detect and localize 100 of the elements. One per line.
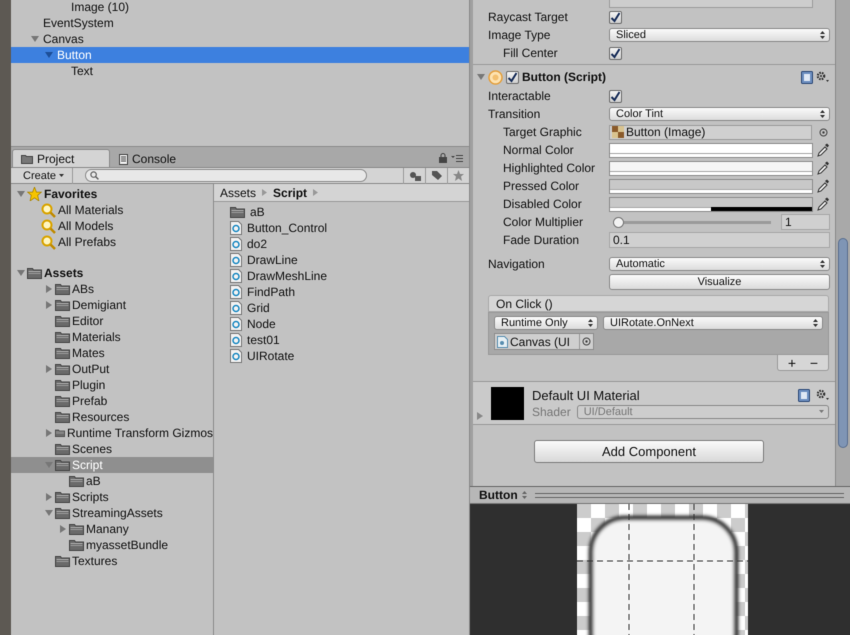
folder-item[interactable]: OutPut xyxy=(11,361,213,377)
folder-item[interactable]: ABs xyxy=(11,281,213,297)
help-book-icon[interactable] xyxy=(798,388,810,402)
visualize-button[interactable]: Visualize xyxy=(609,274,830,290)
panel-tab[interactable]: Project xyxy=(12,149,110,167)
expand-arrow-icon[interactable] xyxy=(17,190,25,198)
folder-icon xyxy=(55,347,70,359)
object-field[interactable] xyxy=(609,0,813,8)
number-field[interactable]: 0.1 xyxy=(609,232,830,248)
hierarchy-item[interactable]: Image (10) xyxy=(69,0,130,14)
favorite-item[interactable]: All Prefabs xyxy=(11,234,213,250)
folder-item[interactable]: Manany xyxy=(11,521,213,537)
hierarchy-item[interactable]: EventSystem xyxy=(11,15,469,31)
filter-by-type-icon[interactable] xyxy=(408,170,420,180)
folder-item[interactable]: StreamingAssets xyxy=(11,505,213,521)
folder-item[interactable]: Demigiant xyxy=(11,297,213,313)
folder-item[interactable]: Scripts xyxy=(11,489,213,505)
dropdown[interactable]: Sliced xyxy=(609,28,830,42)
drag-handle[interactable] xyxy=(534,492,844,498)
object-field[interactable]: Button (Image) xyxy=(609,124,812,140)
search-field[interactable] xyxy=(85,169,368,182)
tree-section-title[interactable]: Favorites xyxy=(42,187,98,201)
color-field[interactable] xyxy=(609,142,813,158)
settings-icon[interactable] xyxy=(816,389,829,401)
expand-arrow-icon[interactable] xyxy=(45,429,53,437)
file-name[interactable]: Grid xyxy=(245,301,270,315)
add-button[interactable]: + xyxy=(786,356,798,370)
dropdown[interactable]: Runtime Only xyxy=(494,316,598,330)
preview-title[interactable]: Button xyxy=(479,488,518,502)
breadcrumb-item[interactable]: Assets xyxy=(220,186,256,200)
expand-arrow-icon[interactable] xyxy=(31,35,39,43)
lock-icon[interactable] xyxy=(439,153,447,163)
folder-item[interactable]: Textures xyxy=(11,553,213,569)
add-component-button[interactable]: Add Component xyxy=(534,440,764,463)
expand-arrow-icon[interactable] xyxy=(45,285,53,293)
menu-icon[interactable] xyxy=(451,153,463,162)
favorite-item[interactable]: All Models xyxy=(11,218,213,234)
folder-item[interactable]: Mates xyxy=(11,345,213,361)
folder-item[interactable]: Editor xyxy=(11,313,213,329)
file-name[interactable]: test01 xyxy=(245,333,280,347)
hierarchy-item[interactable]: Canvas xyxy=(11,31,469,47)
expand-arrow-icon[interactable] xyxy=(59,525,67,533)
folder-item[interactable]: Runtime Transform Gizmos xyxy=(11,425,213,441)
expand-arrow-icon[interactable] xyxy=(17,269,25,277)
file-name[interactable]: UIRotate xyxy=(245,349,294,363)
expand-arrow-icon[interactable] xyxy=(45,365,53,373)
expand-arrow-icon[interactable] xyxy=(477,412,483,420)
object-picker-icon[interactable] xyxy=(818,128,828,136)
eyedropper-icon[interactable] xyxy=(817,197,830,211)
star-icon[interactable] xyxy=(453,170,464,181)
expand-arrow-icon[interactable] xyxy=(45,509,53,517)
file-name[interactable]: aB xyxy=(248,205,265,219)
file-name[interactable]: FindPath xyxy=(245,285,296,299)
object-picker-icon[interactable] xyxy=(582,337,591,346)
help-book-icon[interactable] xyxy=(801,70,813,84)
tag-icon[interactable] xyxy=(430,170,442,181)
folder-item[interactable]: Prefab xyxy=(11,393,213,409)
property-label: Normal Color xyxy=(502,143,575,157)
expand-arrow-icon[interactable] xyxy=(45,51,53,59)
slider-thumb[interactable] xyxy=(613,216,624,228)
folder-item[interactable]: Resources xyxy=(11,409,213,425)
file-name[interactable]: do2 xyxy=(245,237,268,251)
expand-arrow-icon[interactable] xyxy=(477,73,485,81)
remove-button[interactable]: − xyxy=(808,356,820,370)
eyedropper-icon[interactable] xyxy=(817,143,830,157)
hierarchy-item[interactable]: Text xyxy=(11,63,469,79)
folder-item[interactable]: aB xyxy=(11,473,213,489)
folder-item[interactable]: Scenes xyxy=(11,441,213,457)
eyedropper-icon[interactable] xyxy=(817,161,830,175)
property-label: Fill Center xyxy=(502,46,559,60)
checkbox[interactable] xyxy=(609,46,622,60)
folder-item[interactable]: Plugin xyxy=(11,377,213,393)
panel-tab[interactable]: Console xyxy=(110,150,208,167)
checkbox[interactable] xyxy=(506,70,519,84)
number-field[interactable]: 1 xyxy=(781,214,830,230)
file-name[interactable]: Button_Control xyxy=(245,221,328,235)
checkbox[interactable] xyxy=(609,90,622,102)
dropdown[interactable]: UIRotate.OnNext xyxy=(603,316,823,330)
color-field[interactable] xyxy=(609,196,813,212)
file-name[interactable]: DrawLine xyxy=(245,253,298,267)
object-field[interactable]: Canvas (UI xyxy=(494,333,594,350)
expand-arrow-icon[interactable] xyxy=(45,301,53,309)
settings-icon[interactable] xyxy=(816,71,829,83)
dropdown[interactable]: Color Tint xyxy=(609,107,830,121)
dropdown[interactable]: Automatic xyxy=(609,257,830,271)
color-field[interactable] xyxy=(609,178,813,194)
scrollbar-thumb[interactable] xyxy=(838,238,848,448)
file-name[interactable]: Node xyxy=(245,317,276,331)
hierarchy-item[interactable]: Button xyxy=(11,47,469,63)
folder-item[interactable]: Assets xyxy=(11,265,213,281)
checkbox[interactable] xyxy=(609,10,622,24)
folder-item[interactable]: myassetBundle xyxy=(11,537,213,553)
eyedropper-icon[interactable] xyxy=(817,179,830,193)
breadcrumb-item[interactable]: Script xyxy=(273,186,308,200)
file-name[interactable]: DrawMeshLine xyxy=(245,269,328,283)
expand-arrow-icon[interactable] xyxy=(45,493,53,501)
favorite-item[interactable]: All Materials xyxy=(11,202,213,218)
color-field[interactable] xyxy=(609,160,813,176)
folder-item[interactable]: Materials xyxy=(11,329,213,345)
create-dropdown[interactable]: Create xyxy=(11,168,74,184)
